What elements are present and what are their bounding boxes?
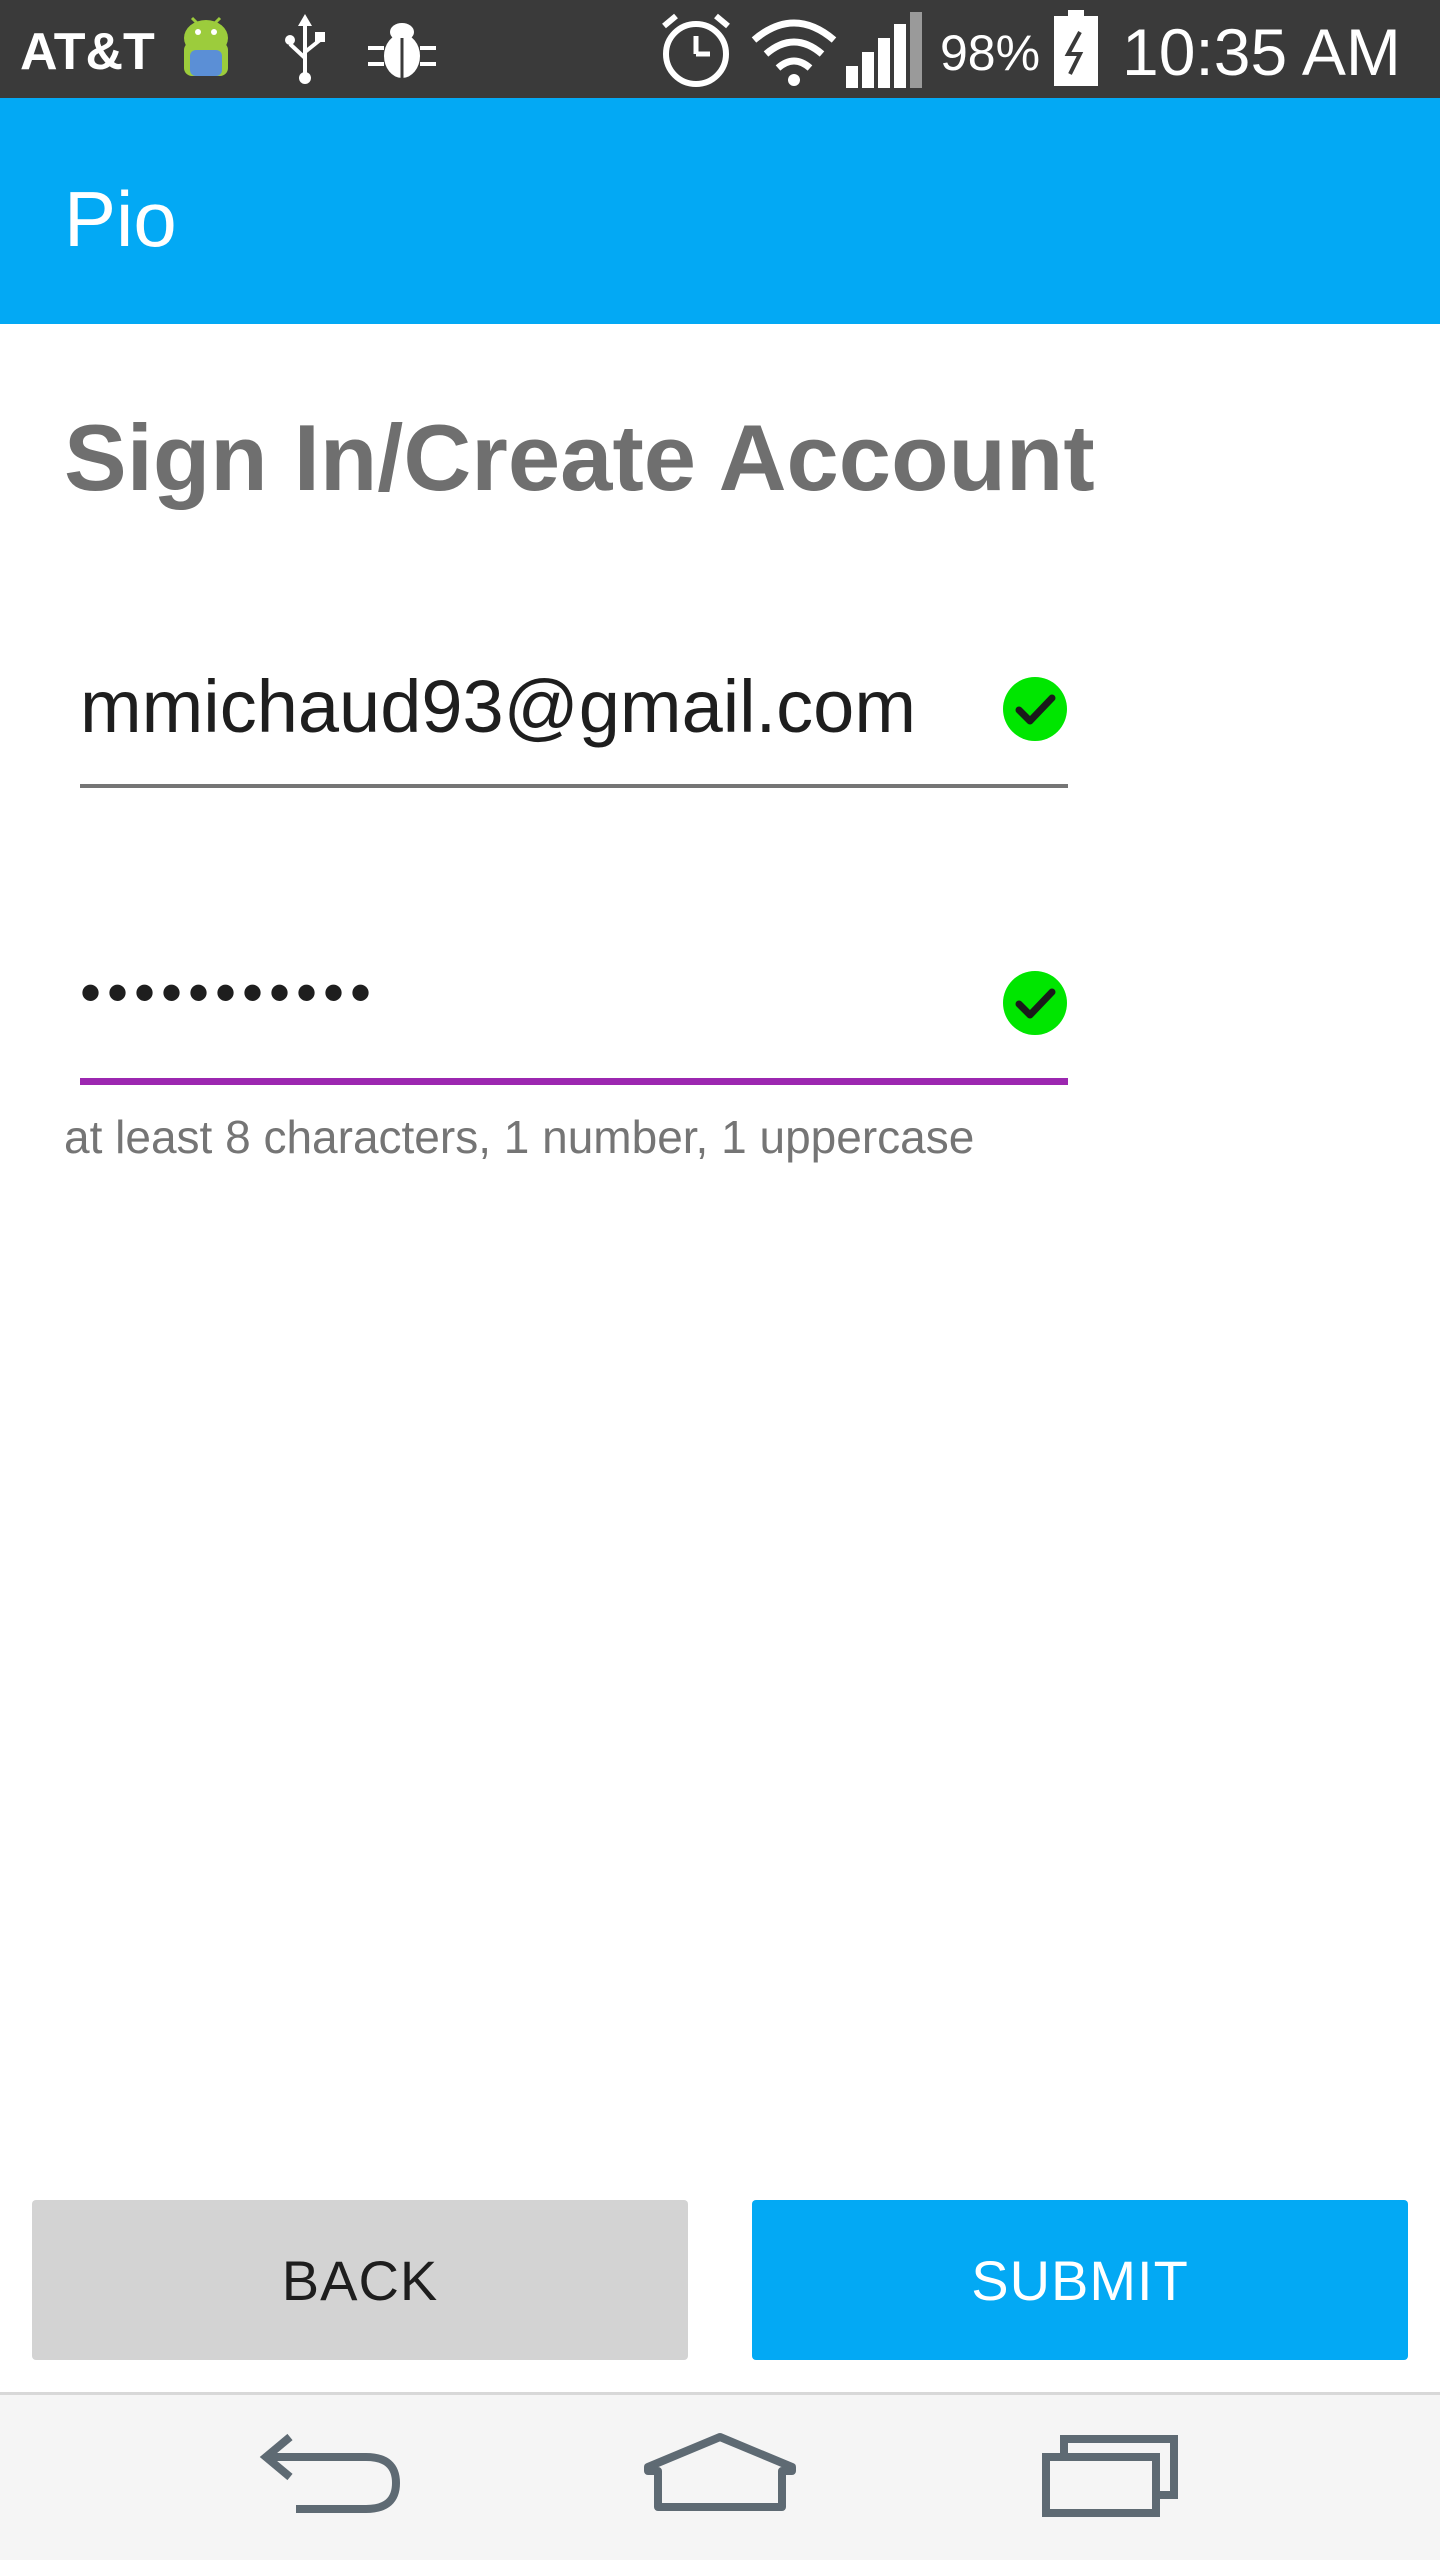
app-bar: Pio	[0, 98, 1440, 324]
password-underline	[80, 1078, 1068, 1085]
clock: 10:35 AM	[1122, 15, 1401, 89]
battery-charging-icon	[1052, 10, 1100, 92]
usb-icon	[280, 14, 330, 90]
password-field[interactable]: •••••••••••	[80, 950, 1068, 1086]
email-field[interactable]: mmichaud93@gmail.com	[80, 660, 1068, 790]
email-underline	[80, 784, 1068, 788]
android-icon	[170, 12, 242, 92]
back-button[interactable]: BACK	[32, 2200, 688, 2360]
app-title: Pio	[64, 175, 177, 263]
password-input-value[interactable]: •••••••••••	[80, 958, 377, 1027]
back-nav-icon[interactable]	[256, 2431, 406, 2525]
home-nav-icon[interactable]	[642, 2431, 798, 2525]
email-input-value[interactable]: mmichaud93@gmail.com	[80, 664, 916, 749]
page-heading: Sign In/Create Account	[64, 405, 1095, 510]
password-hint: at least 8 characters, 1 number, 1 upper…	[64, 1111, 975, 1163]
wifi-icon	[750, 14, 838, 90]
password-valid-check-icon	[1002, 970, 1068, 1036]
carrier-label: AT&T	[20, 23, 155, 81]
battery-percent: 98%	[940, 25, 1041, 81]
alarm-icon	[656, 10, 736, 94]
submit-button[interactable]: SUBMIT	[752, 2200, 1408, 2360]
navigation-bar	[0, 2392, 1440, 2560]
email-valid-check-icon	[1002, 676, 1068, 742]
signal-icon	[846, 12, 928, 92]
screen: AT&T 98% 10:35 AM Pio Sign In/Create Acc…	[0, 0, 1440, 2560]
recents-nav-icon[interactable]	[1040, 2431, 1180, 2525]
bug-icon	[366, 18, 438, 86]
status-bar: AT&T 98% 10:35 AM	[0, 0, 1440, 98]
